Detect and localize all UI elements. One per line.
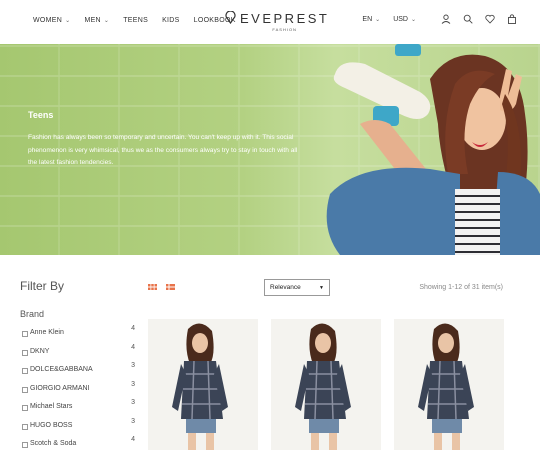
brand-filter-item[interactable]: DOLCE&GABBANA 3: [22, 362, 137, 385]
product-image: [295, 323, 351, 450]
product-card[interactable]: [148, 319, 258, 450]
heart-icon[interactable]: [485, 14, 495, 24]
product-image: [418, 323, 474, 450]
brand-filter-item[interactable]: DKNY 4: [22, 344, 137, 367]
nav-teens[interactable]: TEENS: [123, 17, 148, 24]
hero-title: Teens: [28, 110, 54, 120]
site-logo[interactable]: EVEPREST FASHION: [225, 11, 329, 32]
logo-pin-icon: [225, 11, 236, 24]
nav-men-label: MEN: [84, 17, 101, 24]
logo-name: EVEPREST: [240, 11, 330, 26]
brand-label: DKNY: [30, 347, 50, 355]
bag-icon[interactable]: [507, 14, 517, 24]
chevron-down-icon: ⌄: [103, 18, 110, 24]
filter-title: Filter By: [20, 279, 65, 293]
product-image: [172, 323, 228, 450]
currency-value: USD: [393, 15, 408, 23]
language-select[interactable]: EN ⌄: [362, 16, 380, 23]
brand-label: Anne Klein: [30, 329, 64, 336]
brand-filter-title: Brand: [20, 309, 45, 319]
nav-teens-label: TEENS: [123, 17, 149, 24]
brand-count: 4: [131, 343, 135, 351]
nav-kids[interactable]: KIDS: [162, 17, 180, 24]
checkbox[interactable]: [22, 368, 28, 374]
currency-select[interactable]: USD ⌄: [393, 16, 416, 23]
product-card[interactable]: [271, 319, 381, 450]
search-icon[interactable]: [463, 14, 473, 24]
brand-label: GIORGIO ARMANI: [30, 384, 90, 392]
brand-count: 3: [131, 417, 135, 425]
chevron-down-icon: ⌄: [65, 18, 71, 24]
nav-men[interactable]: MEN ⌄: [84, 17, 109, 24]
hero-banner: Teens Fashion has always been so tempora…: [0, 44, 540, 255]
checkbox[interactable]: [22, 386, 28, 393]
checkbox[interactable]: [22, 349, 28, 356]
logo-text: EVEPREST FASHION: [240, 11, 329, 32]
hero-description: Fashion has always been so temporary and…: [28, 134, 298, 167]
checkbox[interactable]: [22, 442, 28, 448]
header-tools: EN ⌄ USD ⌄: [362, 14, 517, 24]
hero-model-image: [326, 44, 540, 255]
brand-count: 3: [131, 380, 135, 388]
results-count: Showing 1-12 of 31 item(s): [419, 284, 503, 291]
checkbox[interactable]: [22, 423, 28, 430]
checkbox[interactable]: [22, 405, 28, 411]
brand-filter-list: Anne Klein 4 DKNY 4 DOLCE&GABBANA 3 GIORGIO…: [22, 325, 137, 459]
brand-count: 4: [131, 436, 135, 443]
brand-filter-item[interactable]: Michael Stars 3: [22, 399, 137, 422]
brand-filter-item[interactable]: Scotch & Soda 4: [22, 436, 137, 459]
list-view-icon[interactable]: [166, 284, 175, 290]
brand-count: 3: [131, 399, 135, 406]
sort-select[interactable]: Relevance ▼: [264, 279, 330, 296]
sort-value: Relevance: [270, 284, 301, 291]
nav-women-label: WOMEN: [33, 17, 63, 24]
product-grid: [148, 319, 504, 450]
logo-subtitle: FASHION: [272, 27, 297, 32]
brand-filter-item[interactable]: GIORGIO ARMANI 3: [22, 381, 137, 404]
brand-label: Scotch & Soda: [30, 440, 77, 447]
nav-women[interactable]: WOMEN ⌄: [33, 17, 70, 24]
checkbox[interactable]: [22, 331, 28, 337]
brand-filter-item[interactable]: HUGO BOSS 3: [22, 418, 137, 441]
site-header: WOMEN ⌄ MEN ⌄ TEENS KIDS LOOKBOOK EVEPREST…: [0, 0, 540, 44]
language-value: EN: [362, 15, 373, 23]
main-nav: WOMEN ⌄ MEN ⌄ TEENS KIDS LOOKBOOK: [33, 17, 250, 24]
brand-filter-item[interactable]: Anne Klein 4: [22, 325, 137, 348]
skateboard-illustration: [333, 44, 431, 126]
nav-kids-label: KIDS: [162, 17, 180, 24]
product-card[interactable]: [394, 319, 504, 450]
brand-label: Michael Stars: [30, 403, 73, 410]
brand-count: 4: [131, 325, 135, 332]
user-icon[interactable]: [441, 14, 451, 24]
chevron-down-icon: ⌄: [375, 16, 381, 23]
brand-label: HUGO BOSS: [30, 421, 73, 429]
chevron-down-icon: ⌄: [410, 16, 416, 23]
grid-view-icon[interactable]: [148, 284, 157, 290]
caret-down-icon: ▼: [319, 284, 324, 291]
brand-count: 3: [131, 362, 135, 369]
brand-label: DOLCE&GABBANA: [30, 366, 93, 373]
